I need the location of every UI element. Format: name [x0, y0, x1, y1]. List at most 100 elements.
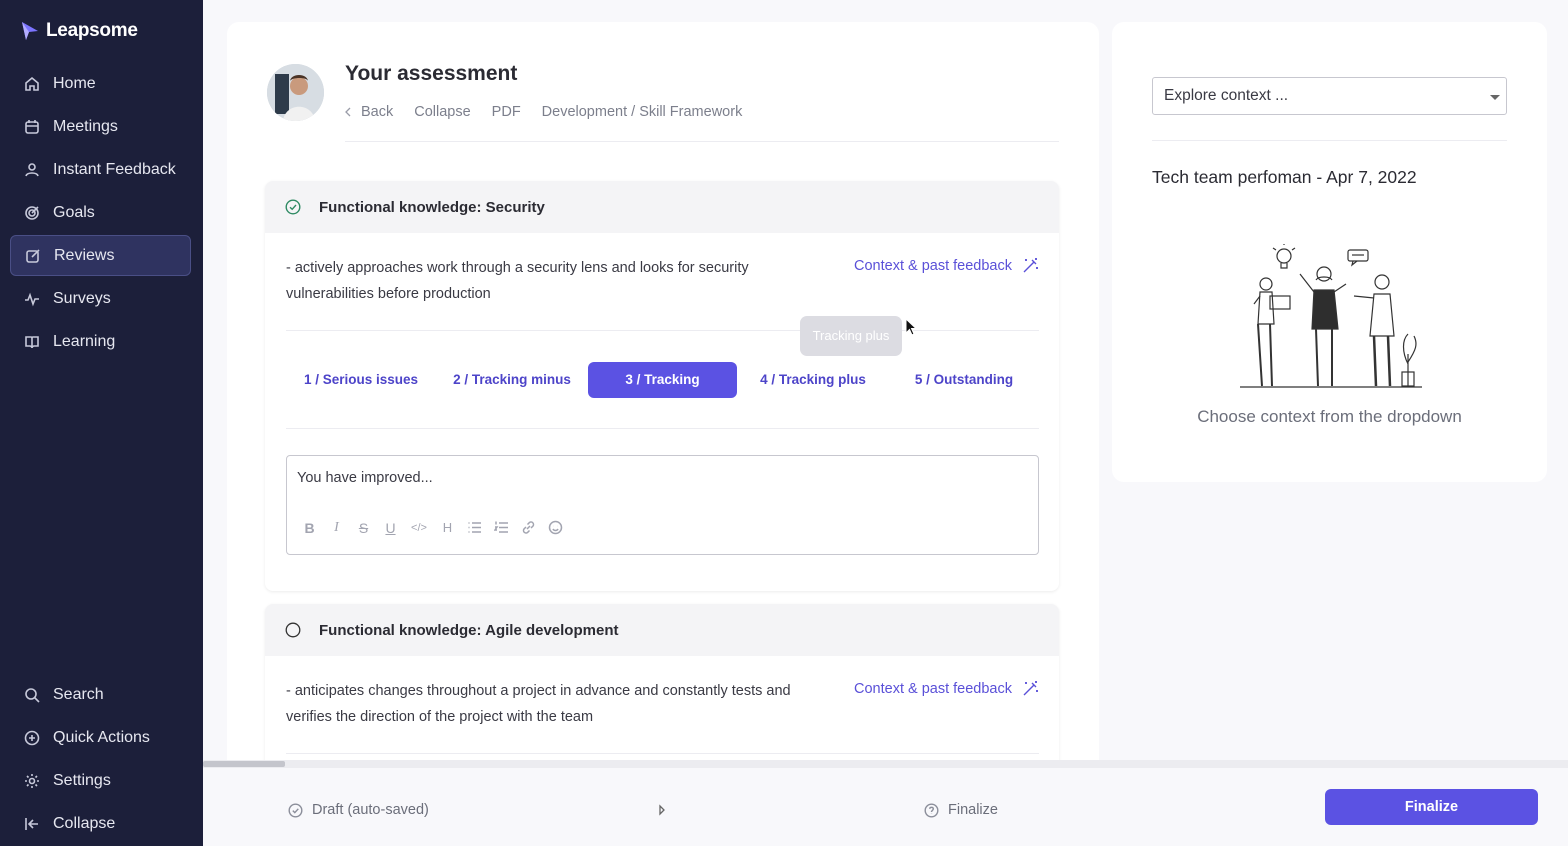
- strikethrough-button[interactable]: S: [355, 519, 372, 536]
- home-icon: [23, 75, 40, 92]
- underline-button[interactable]: U: [382, 519, 399, 536]
- section-header[interactable]: Functional knowledge: Agile development: [265, 604, 1059, 656]
- search-icon: [23, 686, 40, 703]
- context-title: Tech team perfoman - Apr 7, 2022: [1152, 167, 1417, 187]
- emoji-icon: [548, 520, 563, 535]
- framework-link[interactable]: Development / Skill Framework: [542, 104, 743, 120]
- divider: [1152, 140, 1507, 141]
- app-name: Leapsome: [46, 20, 138, 41]
- target-icon: [23, 204, 40, 221]
- scrollbar-thumb[interactable]: [203, 761, 285, 767]
- assessment-card: Your assessment Back Collapse PDF Develo…: [227, 22, 1099, 804]
- sidebar-item-surveys[interactable]: Surveys: [10, 278, 191, 319]
- horizontal-scrollbar[interactable]: [203, 760, 1568, 768]
- sidebar-item-goals[interactable]: Goals: [10, 192, 191, 233]
- calendar-icon: [23, 118, 40, 135]
- feedback-icon: [23, 161, 40, 178]
- rating-option-5[interactable]: 5 / Outstanding: [889, 362, 1039, 398]
- magic-wand-icon: [1023, 681, 1038, 696]
- check-circle-icon: [288, 802, 303, 818]
- assessment-subnav: Back Collapse PDF Development / Skill Fr…: [345, 104, 742, 120]
- numbered-list-icon: [494, 521, 508, 533]
- divider: [345, 141, 1059, 142]
- footer-bar: Draft (auto-saved) Finalize Finalize: [203, 768, 1568, 846]
- play-arrow-icon[interactable]: [658, 804, 666, 816]
- collapse-link[interactable]: Collapse: [414, 104, 470, 120]
- finalize-step[interactable]: Finalize: [924, 802, 998, 818]
- sidebar-item-collapse[interactable]: Collapse: [10, 803, 191, 844]
- sidebar-item-label: Settings: [53, 771, 111, 789]
- sidebar: Leapsome Home Meetings Instant Feedback …: [0, 0, 203, 846]
- finalize-button[interactable]: Finalize: [1325, 789, 1538, 825]
- sidebar-item-label: Instant Feedback: [53, 160, 176, 178]
- sidebar-item-meetings[interactable]: Meetings: [10, 106, 191, 147]
- edit-icon: [24, 247, 41, 264]
- sidebar-item-label: Learning: [53, 332, 116, 350]
- sidebar-item-label: Goals: [53, 203, 95, 221]
- finalize-step-label: Finalize: [948, 802, 998, 818]
- draft-label: Draft (auto-saved): [312, 802, 429, 818]
- rating-tooltip: Tracking plus: [800, 316, 902, 356]
- plus-circle-icon: [23, 729, 40, 746]
- pulse-icon: [23, 290, 40, 307]
- back-label: Back: [361, 104, 394, 120]
- bold-button[interactable]: B: [301, 519, 318, 536]
- sidebar-item-label: Meetings: [53, 117, 118, 135]
- emoji-button[interactable]: [547, 519, 564, 536]
- bulleted-list-icon: [468, 522, 481, 533]
- skill-description: - anticipates changes throughout a proje…: [286, 683, 791, 725]
- help-circle-icon: [924, 802, 939, 818]
- book-icon: [23, 333, 40, 350]
- italic-button[interactable]: I: [328, 519, 345, 536]
- editor-content[interactable]: You have improved...: [297, 470, 433, 486]
- link-icon: [522, 521, 535, 534]
- section-title: Functional knowledge: Security: [319, 198, 545, 216]
- skill-section-security: Functional knowledge: Security - activel…: [265, 181, 1059, 591]
- rating-option-3[interactable]: 3 / Tracking: [588, 362, 737, 398]
- explore-context-select[interactable]: Explore context ...: [1152, 77, 1507, 115]
- page-title: Your assessment: [345, 62, 518, 85]
- rating-scale: 1 / Serious issues 2 / Tracking minus 3 …: [286, 362, 1039, 398]
- sidebar-item-reviews[interactable]: Reviews: [10, 235, 191, 276]
- sidebar-item-search[interactable]: Search: [10, 674, 191, 715]
- divider: [286, 330, 1039, 331]
- sidebar-item-instant-feedback[interactable]: Instant Feedback: [10, 149, 191, 190]
- context-past-feedback-link[interactable]: Context & past feedback: [854, 257, 1039, 274]
- heading-button[interactable]: H: [439, 519, 456, 536]
- context-link-label: Context & past feedback: [854, 680, 1012, 697]
- sidebar-item-label: Search: [53, 685, 104, 703]
- select-value: Explore context ...: [1164, 87, 1289, 104]
- numbered-list-button[interactable]: [493, 519, 510, 536]
- magic-wand-icon: [1023, 258, 1038, 273]
- sidebar-item-settings[interactable]: Settings: [10, 760, 191, 801]
- draft-step[interactable]: Draft (auto-saved): [288, 802, 429, 818]
- context-panel: Explore context ... Tech team perfoman -…: [1112, 22, 1547, 482]
- rating-option-2[interactable]: 2 / Tracking minus: [437, 362, 587, 398]
- pdf-link[interactable]: PDF: [492, 104, 521, 120]
- team-illustration: [1240, 244, 1422, 388]
- avatar: [267, 64, 324, 121]
- section-header[interactable]: Functional knowledge: Security: [265, 181, 1059, 233]
- sidebar-bottom-nav: Search Quick Actions Settings Collapse: [10, 674, 191, 846]
- chevron-left-icon: [345, 107, 351, 117]
- sidebar-item-home[interactable]: Home: [10, 63, 191, 104]
- sidebar-item-label: Home: [53, 74, 96, 92]
- back-link[interactable]: Back: [345, 104, 393, 120]
- sidebar-item-label: Collapse: [53, 814, 116, 832]
- rating-option-4[interactable]: 4 / Tracking plus: [738, 362, 888, 398]
- divider: [286, 753, 1039, 754]
- link-button[interactable]: [520, 519, 537, 536]
- sidebar-nav: Home Meetings Instant Feedback Goals Rev…: [10, 63, 191, 364]
- bulleted-list-button[interactable]: [466, 519, 483, 536]
- code-button[interactable]: </>: [409, 519, 429, 536]
- context-past-feedback-link[interactable]: Context & past feedback: [854, 680, 1039, 697]
- caret-down-icon: [1490, 95, 1500, 100]
- empty-state-text: Choose context from the dropdown: [1197, 407, 1462, 426]
- feedback-editor[interactable]: You have improved... B I S U </> H: [286, 455, 1039, 555]
- sidebar-item-quick-actions[interactable]: Quick Actions: [10, 717, 191, 758]
- sidebar-item-label: Reviews: [54, 246, 115, 264]
- rating-option-1[interactable]: 1 / Serious issues: [286, 362, 436, 398]
- app-logo[interactable]: Leapsome: [20, 20, 138, 42]
- sidebar-item-learning[interactable]: Learning: [10, 321, 191, 362]
- section-title: Functional knowledge: Agile development: [319, 621, 619, 639]
